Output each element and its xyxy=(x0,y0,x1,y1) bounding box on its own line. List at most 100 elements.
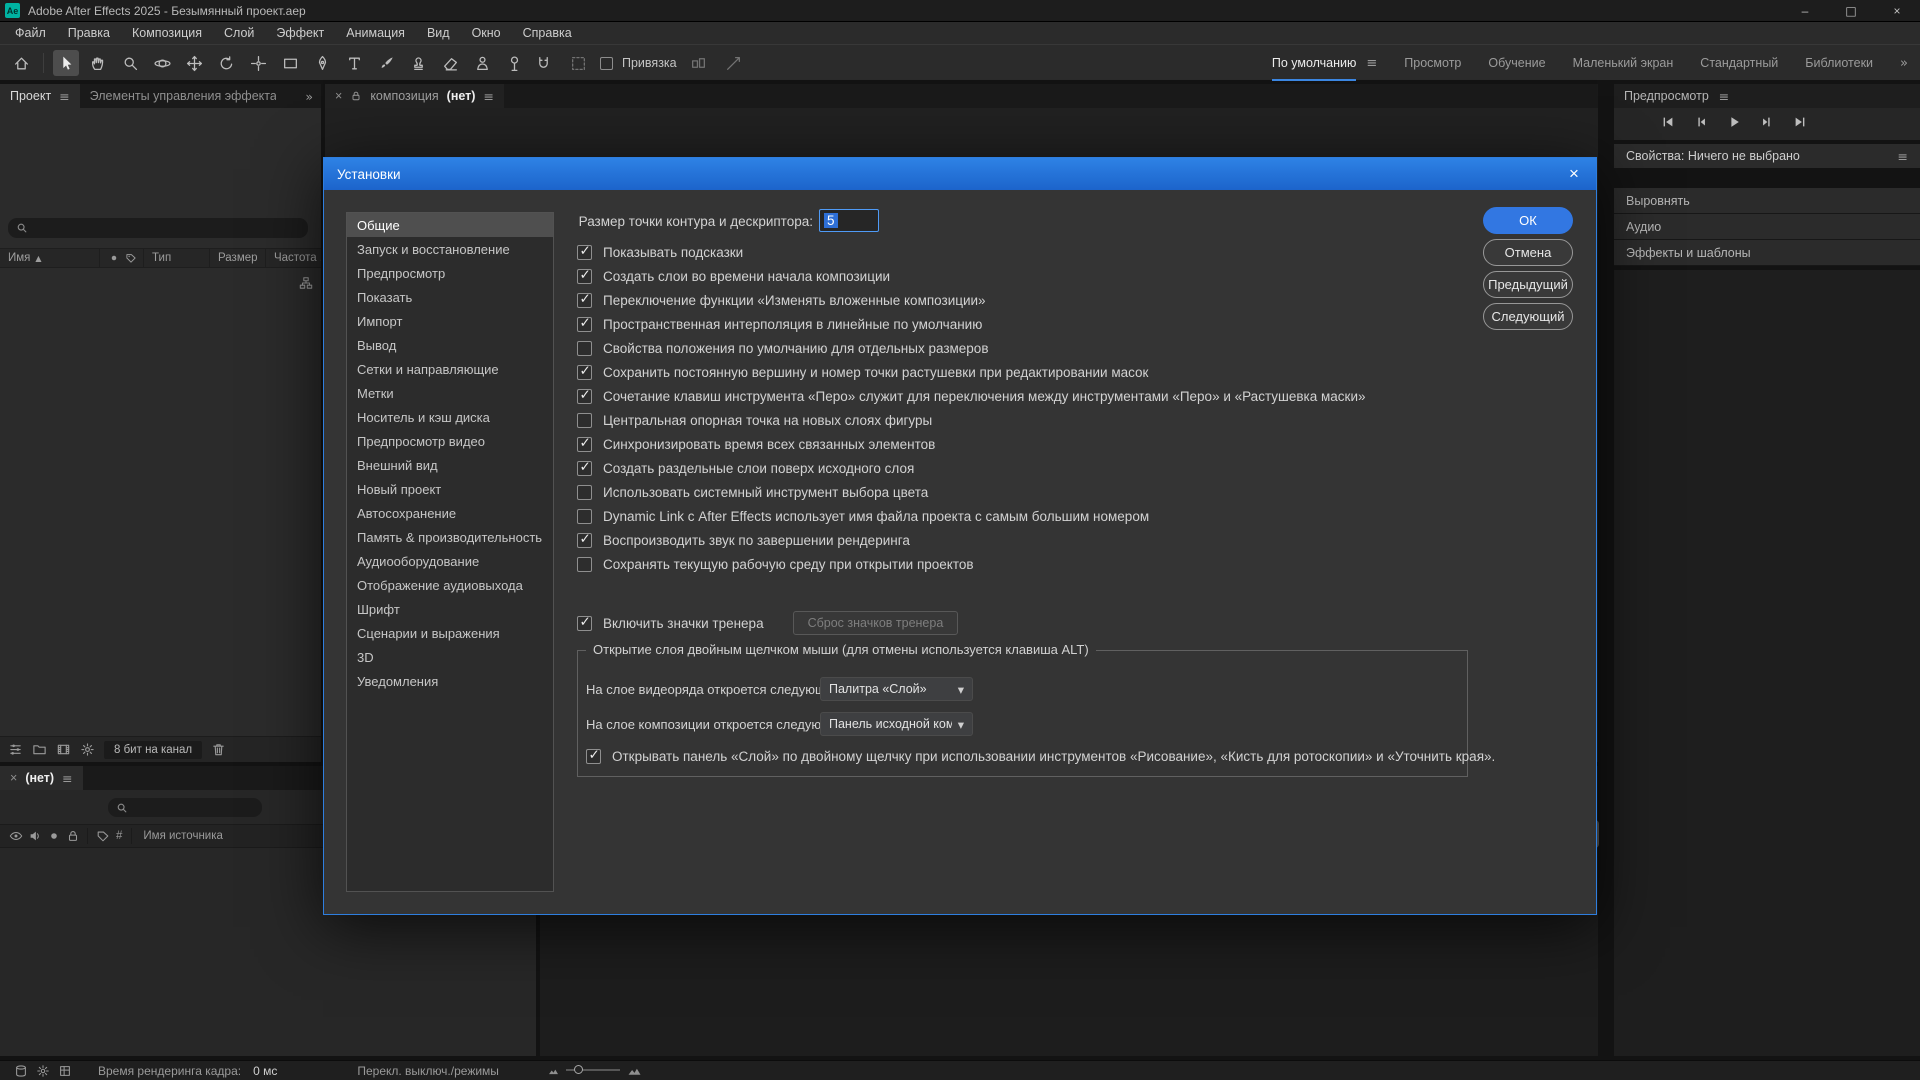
eraser-tool[interactable] xyxy=(437,50,463,76)
tab-effect-controls[interactable]: Элементы управления эффектами (не xyxy=(80,84,276,108)
workspace-tab[interactable]: Обучение xyxy=(1488,45,1545,81)
shape-tool[interactable] xyxy=(277,50,303,76)
snap-magnet-icon[interactable] xyxy=(530,50,556,76)
menu-item[interactable]: Файл xyxy=(4,22,57,44)
clone-stamp-tool[interactable] xyxy=(405,50,431,76)
preferences-category[interactable]: Показать xyxy=(347,285,553,309)
snap-features-icon[interactable] xyxy=(721,50,747,76)
brush-tool[interactable] xyxy=(373,50,399,76)
label-tag-icon[interactable] xyxy=(93,829,112,843)
checkbox[interactable] xyxy=(577,245,592,260)
last-frame-button[interactable] xyxy=(1788,111,1812,133)
project-search-input[interactable] xyxy=(8,218,308,238)
lock-icon[interactable] xyxy=(350,90,362,102)
render-settings-icon[interactable] xyxy=(32,1064,54,1078)
next-button[interactable]: Следующий xyxy=(1483,303,1573,330)
checkbox[interactable] xyxy=(577,557,592,572)
media-cache-icon[interactable] xyxy=(10,1064,32,1078)
zoom-slider[interactable] xyxy=(566,1069,620,1071)
rotation-tool[interactable] xyxy=(213,50,239,76)
minimize-button[interactable]: – xyxy=(1782,0,1828,22)
checkbox[interactable] xyxy=(577,533,592,548)
checkbox[interactable] xyxy=(577,317,592,332)
checkbox[interactable] xyxy=(577,461,592,476)
checkbox[interactable] xyxy=(577,341,592,356)
type-tool[interactable] xyxy=(341,50,367,76)
workspace-overflow-icon[interactable]: » xyxy=(1900,56,1908,71)
solo-icon[interactable] xyxy=(44,829,63,843)
pen-tool[interactable] xyxy=(309,50,335,76)
checkbox[interactable] xyxy=(577,485,592,500)
dialog-titlebar[interactable]: Установки xyxy=(324,158,1596,190)
snap-edges-icon[interactable] xyxy=(686,50,712,76)
collapsed-panel-header[interactable]: Выровнять xyxy=(1614,188,1920,214)
reset-coach-marks-button[interactable]: Сброс значков тренера xyxy=(793,611,959,635)
workspace-tab[interactable]: Просмотр xyxy=(1404,45,1461,81)
cancel-button[interactable]: Отмена xyxy=(1483,239,1573,266)
preferences-category[interactable]: Сетки и направляющие xyxy=(347,357,553,381)
preferences-category[interactable]: Носитель и кэш диска xyxy=(347,405,553,429)
ok-button[interactable]: ОК xyxy=(1483,207,1573,234)
preferences-category[interactable]: Предпросмотр видео xyxy=(347,429,553,453)
workspace-menu-icon[interactable]: ≡ xyxy=(1366,56,1377,71)
play-button[interactable] xyxy=(1722,111,1746,133)
workspace-tab[interactable]: Маленький экран xyxy=(1573,45,1674,81)
tab-composition[interactable]: × композиция (нет) ≡ xyxy=(325,84,504,108)
dialog-close-button[interactable]: × xyxy=(1552,158,1596,190)
checkbox[interactable] xyxy=(577,365,592,380)
zoom-tool[interactable] xyxy=(117,50,143,76)
checkbox[interactable] xyxy=(577,293,592,308)
interpret-footage-icon[interactable] xyxy=(8,742,23,757)
previous-frame-button[interactable] xyxy=(1689,111,1713,133)
new-folder-icon[interactable] xyxy=(32,742,47,757)
home-button[interactable] xyxy=(8,50,34,76)
menu-item[interactable]: Эффект xyxy=(265,22,335,44)
tab-project[interactable]: Проект ≡ xyxy=(0,84,80,108)
preferences-category[interactable]: Аудиооборудование xyxy=(347,549,553,573)
menu-item[interactable]: Анимация xyxy=(335,22,416,44)
column-size[interactable]: Размер xyxy=(210,248,266,268)
new-composition-icon[interactable] xyxy=(56,742,71,757)
hash-column[interactable]: # xyxy=(112,830,126,842)
menu-item[interactable]: Вид xyxy=(416,22,461,44)
preferences-category[interactable]: 3D xyxy=(347,645,553,669)
menu-item[interactable]: Слой xyxy=(213,22,265,44)
tab-close-icon[interactable]: × xyxy=(10,771,17,785)
workspace-tab[interactable]: Библиотеки xyxy=(1805,45,1873,81)
preferences-category[interactable]: Автосохранение xyxy=(347,501,553,525)
workspace-tab[interactable]: По умолчанию xyxy=(1272,45,1357,81)
zoom-slider-knob[interactable] xyxy=(574,1065,583,1074)
lock-icon[interactable] xyxy=(63,829,82,843)
properties-header[interactable]: Свойства: Ничего не выбрано ≡ xyxy=(1614,144,1920,168)
menu-item[interactable]: Композиция xyxy=(121,22,213,44)
video-eye-icon[interactable] xyxy=(6,829,25,843)
preferences-category[interactable]: Импорт xyxy=(347,309,553,333)
preferences-category[interactable]: Метки xyxy=(347,381,553,405)
preferences-category[interactable]: Шрифт xyxy=(347,597,553,621)
selection-tool[interactable] xyxy=(53,50,79,76)
gpu-status-icon[interactable] xyxy=(54,1064,76,1078)
hand-tool[interactable] xyxy=(85,50,111,76)
maximize-button[interactable]: □ xyxy=(1828,0,1874,22)
tab-overflow-icon[interactable]: » xyxy=(305,89,321,104)
tab-close-icon[interactable]: × xyxy=(335,89,342,103)
preferences-category[interactable]: Запуск и восстановление xyxy=(347,237,553,261)
previous-button[interactable]: Предыдущий xyxy=(1483,271,1573,298)
menu-item[interactable]: Окно xyxy=(461,22,512,44)
next-frame-button[interactable] xyxy=(1755,111,1779,133)
preferences-category[interactable]: Новый проект xyxy=(347,477,553,501)
checkbox[interactable] xyxy=(577,269,592,284)
pan-behind-tool[interactable] xyxy=(245,50,271,76)
close-button[interactable]: × xyxy=(1874,0,1920,22)
preferences-category[interactable]: Отображение аудиовыхода xyxy=(347,573,553,597)
project-settings-icon[interactable] xyxy=(80,742,95,757)
preferences-category[interactable]: Память & производительность xyxy=(347,525,553,549)
timeline-search-input[interactable] xyxy=(108,798,262,817)
bit-depth-button[interactable]: 8 бит на канал xyxy=(104,741,202,759)
roto-brush-tool[interactable] xyxy=(469,50,495,76)
collapsed-panel-header[interactable]: Эффекты и шаблоны xyxy=(1614,240,1920,266)
trash-icon[interactable] xyxy=(211,742,226,757)
dropdown[interactable]: Панель исходной ком... xyxy=(820,712,973,736)
checkbox[interactable] xyxy=(577,413,592,428)
column-name[interactable]: Имя ▲ xyxy=(0,248,100,268)
